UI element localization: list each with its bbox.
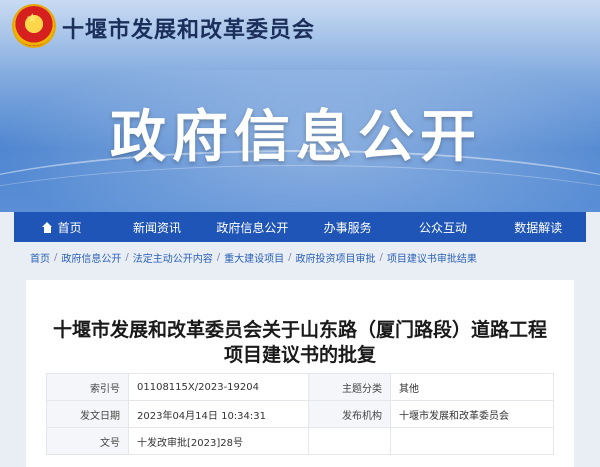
nav-item-label: 首页: [57, 220, 82, 235]
table-row: 发文日期 2023年04月14日 10:34:31 发布机构 十堰市发展和改革委…: [46, 400, 554, 428]
nav-item-gov-info[interactable]: 政府信息公开: [205, 212, 300, 242]
main-nav: 首页 新闻资讯 政府信息公开 办事服务 公众互动 数据解读: [14, 212, 586, 242]
breadcrumb-separator: /: [288, 251, 292, 263]
site-title[interactable]: 十堰市发展和改革委员会: [62, 12, 315, 44]
meta-value-date: 2023年04月14日 10:34:31: [128, 400, 309, 428]
meta-label-index: 索引号: [46, 373, 129, 401]
star-icon: ★: [26, 11, 39, 27]
meta-label-date: 发文日期: [46, 400, 129, 428]
document-title: 十堰市发展和改革委员会关于山东路（厦门路段）道路工程 项目建议书的批复: [26, 318, 574, 368]
table-row: 文号 十发改审批[2023]28号: [46, 427, 554, 455]
breadcrumb-item[interactable]: 政府投资项目审批: [296, 250, 376, 265]
breadcrumb: 首页 / 政府信息公开 / 法定主动公开内容 / 重大建设项目 / 政府投资项目…: [30, 244, 570, 270]
meta-label-category: 主题分类: [308, 373, 391, 401]
breadcrumb-separator: /: [379, 251, 383, 263]
meta-label-docno: 文号: [46, 427, 129, 455]
hero-title: 政府信息公开: [110, 104, 482, 170]
meta-label-org: 发布机构: [308, 400, 391, 428]
breadcrumb-item[interactable]: 项目建议书审批结果: [387, 250, 477, 265]
breadcrumb-item[interactable]: 政府信息公开: [61, 250, 121, 265]
document-title-line: 项目建议书的批复: [223, 344, 376, 366]
breadcrumb-separator: /: [54, 251, 58, 263]
meta-value-org: 十堰市发展和改革委员会: [390, 400, 554, 428]
nav-item-label: 公众互动: [418, 220, 467, 235]
breadcrumb-separator: /: [216, 251, 221, 263]
national-emblem-icon[interactable]: ★: [14, 6, 54, 46]
breadcrumb-item[interactable]: 首页: [30, 250, 50, 265]
nav-item-home[interactable]: 首页: [14, 212, 109, 242]
meta-value-index: 01108115X/2023-19204: [128, 373, 309, 401]
breadcrumb-item[interactable]: 重大建设项目: [224, 250, 284, 265]
nav-item-label: 政府信息公开: [216, 220, 289, 235]
nav-item-label: 数据解读: [514, 220, 563, 235]
breadcrumb-item[interactable]: 法定主动公开内容: [133, 250, 213, 265]
nav-item-label: 办事服务: [323, 220, 372, 235]
breadcrumb-separator: /: [125, 251, 129, 263]
document-title-line: 十堰市发展和改革委员会关于山东路（厦门路段）道路工程: [52, 319, 547, 341]
document-card: 十堰市发展和改革委员会关于山东路（厦门路段）道路工程 项目建议书的批复 索引号 …: [26, 280, 574, 467]
nav-item-news[interactable]: 新闻资讯: [109, 212, 204, 242]
document-meta-table: 索引号 01108115X/2023-19204 主题分类 其他 发文日期 20…: [46, 373, 554, 455]
nav-item-label: 新闻资讯: [132, 220, 181, 235]
nav-item-data[interactable]: 数据解读: [491, 212, 586, 242]
meta-empty-cell: [390, 427, 554, 455]
meta-value-docno: 十发改审批[2023]28号: [128, 427, 309, 455]
header-banner: ★ 十堰市发展和改革委员会 政府信息公开: [0, 0, 600, 212]
nav-item-interaction[interactable]: 公众互动: [395, 212, 490, 242]
table-row: 索引号 01108115X/2023-19204 主题分类 其他: [46, 373, 554, 401]
home-icon: [41, 221, 53, 233]
meta-empty-cell: [308, 427, 391, 455]
meta-value-category: 其他: [390, 373, 554, 401]
nav-item-services[interactable]: 办事服务: [300, 212, 395, 242]
